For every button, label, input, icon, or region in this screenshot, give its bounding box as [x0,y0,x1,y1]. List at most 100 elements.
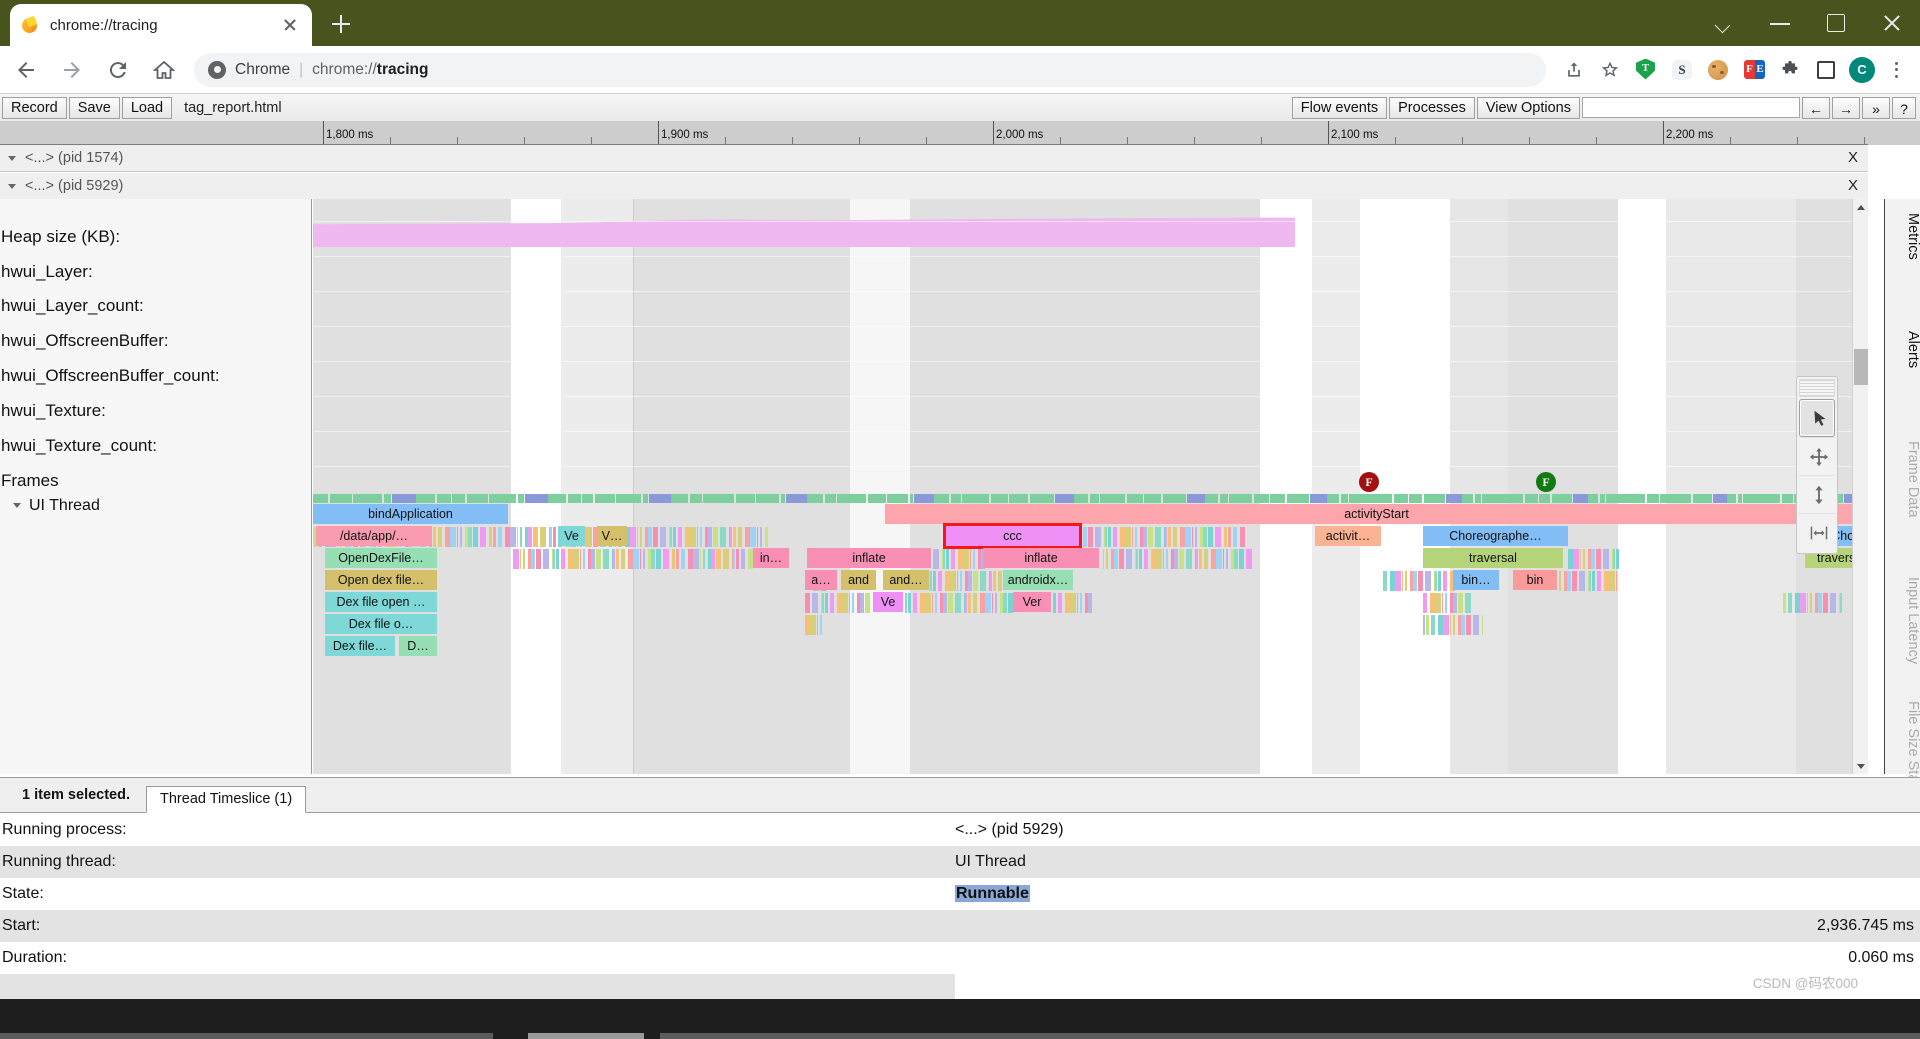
micro-slice[interactable] [1203,527,1207,547]
micro-slice[interactable] [842,593,848,613]
micro-slice[interactable] [865,593,870,613]
micro-slice[interactable] [1165,527,1167,547]
micro-slice[interactable] [1136,549,1138,569]
async-slice[interactable] [1341,494,1348,503]
async-slice[interactable] [1738,494,1742,503]
async-slice[interactable] [825,494,836,503]
async-slice[interactable] [1287,494,1309,503]
extension-s-icon[interactable]: S [1664,52,1700,88]
micro-slice[interactable] [993,571,996,591]
micro-slice[interactable] [965,593,967,613]
micro-slice[interactable] [703,549,705,569]
micro-slice[interactable] [1613,549,1615,569]
async-slice[interactable] [1647,494,1659,503]
async-slice[interactable] [1600,494,1605,503]
async-slice[interactable] [1462,494,1473,503]
micro-slice[interactable] [1095,527,1101,547]
micro-slice[interactable] [1108,527,1111,547]
process-row[interactable]: <...> (pid 1574) X [0,145,1868,172]
micro-slice[interactable] [1126,549,1132,569]
micro-slice[interactable] [1482,615,1483,635]
home-icon[interactable] [144,50,184,90]
micro-slice[interactable] [498,527,502,547]
micro-slice[interactable] [1226,549,1228,569]
timeline-ruler[interactable]: 1,800 ms 1,900 ms 2,000 ms 2,100 ms 2,200 ms [0,121,1920,145]
async-slice[interactable] [1144,494,1155,503]
micro-slice[interactable] [460,527,462,547]
async-slice[interactable] [910,494,913,503]
trace-slice[interactable]: androidx… [1003,570,1073,590]
share-icon[interactable] [1556,52,1592,88]
micro-slice[interactable] [1461,615,1465,635]
window-maximize-button[interactable] [1808,0,1864,46]
micro-slice[interactable] [1156,549,1162,569]
forward-arrow-icon[interactable] [52,50,92,90]
micro-slice[interactable] [1810,593,1812,613]
micro-slice[interactable] [1088,527,1093,547]
micro-slice[interactable] [616,549,619,569]
async-slice[interactable] [505,494,516,503]
micro-slice[interactable] [693,549,699,569]
async-slice[interactable] [1394,494,1408,503]
micro-slice[interactable] [1119,549,1124,569]
async-slice[interactable] [1155,494,1161,503]
async-slice[interactable] [1270,494,1280,503]
micro-slice[interactable] [1573,549,1579,569]
search-prev-button[interactable]: ← [1802,96,1830,119]
micro-slice[interactable] [1402,571,1403,591]
micro-slice[interactable] [1572,571,1577,591]
async-slice[interactable] [1573,494,1588,503]
micro-slice[interactable] [992,593,993,613]
chevron-down-icon[interactable] [8,182,17,191]
micro-slice[interactable] [1580,549,1581,569]
micro-slice[interactable] [1083,527,1087,547]
rail-tab-input-latency[interactable]: Input Latency [1885,571,1920,664]
micro-slice[interactable] [1418,571,1423,591]
micro-slice[interactable] [433,527,436,547]
micro-slice[interactable] [933,549,939,569]
micro-slice[interactable] [1383,571,1387,591]
trace-slice[interactable]: and [841,570,876,590]
flow-events-button[interactable]: Flow events [1291,96,1388,119]
rail-tab-frame-data[interactable]: Frame Data [1885,435,1920,518]
micro-slice[interactable] [938,571,942,591]
micro-slice[interactable] [805,593,810,613]
micro-slice[interactable] [1579,571,1585,591]
micro-slice[interactable] [733,527,736,547]
micro-slice[interactable] [1148,527,1153,547]
micro-slice[interactable] [1596,549,1601,569]
async-slice[interactable] [467,494,488,503]
zoom-tool[interactable] [1799,475,1835,513]
micro-slice[interactable] [540,527,546,547]
micro-slice[interactable] [1443,571,1447,591]
async-slice[interactable] [1030,494,1054,503]
trace-slice[interactable]: and… [883,570,929,590]
process-row[interactable]: <...> (pid 5929) X [0,173,1868,200]
reload-icon[interactable] [98,50,138,90]
rail-tab-metrics[interactable]: Metrics [1885,207,1920,260]
async-slice[interactable] [1547,494,1550,503]
micro-slice[interactable] [980,571,986,591]
micro-slice[interactable] [1196,549,1198,569]
pan-tool[interactable] [1799,437,1835,475]
micro-slice[interactable] [1088,593,1092,613]
micro-slice[interactable] [1458,593,1463,613]
micro-slice[interactable] [1233,527,1237,547]
micro-slice[interactable] [1840,593,1842,613]
micro-slice[interactable] [1818,593,1822,613]
trace-slice[interactable]: Ve [558,526,585,546]
micro-slice[interactable] [643,549,645,569]
micro-slice[interactable] [681,549,685,569]
omnibox[interactable]: Chrome | chrome://tracing [194,52,1546,87]
trace-slice[interactable]: Dex file o… [325,614,437,634]
micro-slice[interactable] [561,549,565,569]
micro-slice[interactable] [1603,549,1609,569]
async-slice[interactable] [1021,494,1028,503]
async-slice[interactable] [1525,494,1538,503]
micro-slice[interactable] [517,527,518,547]
micro-slice[interactable] [651,549,655,569]
micro-slice[interactable] [1592,571,1595,591]
async-slice[interactable] [786,494,807,503]
async-slice[interactable] [1628,494,1645,503]
micro-slice[interactable] [998,571,1002,591]
